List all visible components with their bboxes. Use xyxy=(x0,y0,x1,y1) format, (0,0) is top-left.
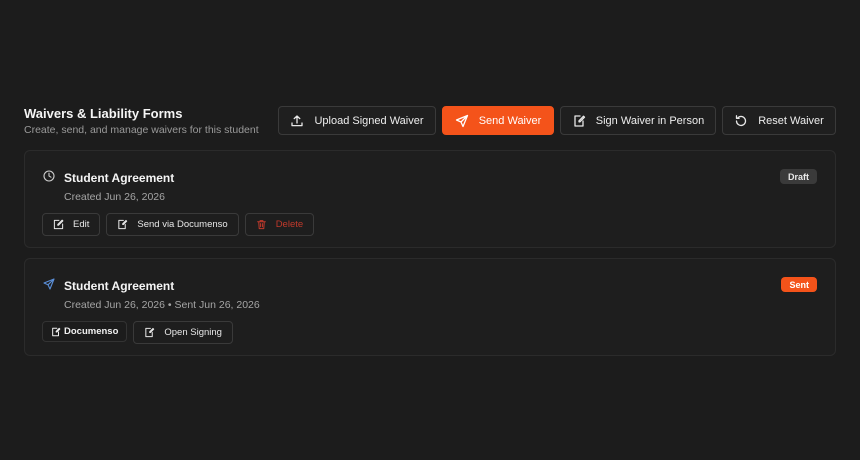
delete-label: Delete xyxy=(275,219,304,230)
sign-waiver-in-person-button[interactable]: Sign Waiver in Person xyxy=(560,106,716,135)
reset-waiver-label: Reset Waiver xyxy=(758,114,824,127)
waiver-title: Student Agreement xyxy=(64,279,175,293)
upload-signed-waiver-button[interactable]: Upload Signed Waiver xyxy=(278,106,436,135)
edit-icon xyxy=(53,219,64,230)
trash-icon xyxy=(256,219,267,230)
edit-label: Edit xyxy=(73,219,90,230)
sign-document-icon xyxy=(51,327,61,337)
sign-waiver-in-person-label: Sign Waiver in Person xyxy=(595,114,705,127)
reset-icon xyxy=(734,114,748,128)
send-waiver-button[interactable]: Send Waiver xyxy=(442,106,554,135)
send-via-documenso-label: Send via Documenso xyxy=(137,219,228,230)
waiver-actions: Edit Send via Documenso Delete xyxy=(42,213,315,236)
sign-document-icon xyxy=(144,327,155,338)
sign-document-icon xyxy=(117,219,128,230)
sign-document-icon xyxy=(572,114,586,128)
status-badge: Draft xyxy=(779,169,817,184)
provider-label: Documenso xyxy=(64,326,119,337)
edit-button[interactable]: Edit xyxy=(42,213,101,236)
waiver-title: Student Agreement xyxy=(64,171,175,185)
upload-icon xyxy=(290,114,304,128)
waiver-meta: Created Jun 26, 2026 • Sent Jun 26, 2026 xyxy=(64,299,260,311)
open-signing-label: Open Signing xyxy=(164,327,222,338)
send-waiver-label: Send Waiver xyxy=(478,114,542,127)
status-badge: Sent xyxy=(781,277,817,292)
provider-tag: Documenso xyxy=(42,321,128,342)
paper-plane-icon xyxy=(43,277,55,290)
open-signing-button[interactable]: Open Signing xyxy=(133,321,233,344)
waiver-card-sent: Student Agreement Created Jun 26, 2026 •… xyxy=(24,258,836,356)
reset-waiver-button[interactable]: Reset Waiver xyxy=(722,106,836,135)
waivers-header: Waivers & Liability Forms Create, send, … xyxy=(24,106,836,136)
paper-plane-icon xyxy=(455,114,469,128)
delete-button[interactable]: Delete xyxy=(244,213,315,236)
clock-icon xyxy=(43,169,55,182)
waiver-actions: Documenso Open Signing xyxy=(42,321,233,344)
header-actions: Upload Signed Waiver Send Waiver Sign Wa… xyxy=(278,106,836,135)
page-title: Waivers & Liability Forms xyxy=(24,106,183,121)
send-via-documenso-button[interactable]: Send via Documenso xyxy=(106,213,239,236)
page-subtitle: Create, send, and manage waivers for thi… xyxy=(24,124,259,136)
upload-signed-waiver-label: Upload Signed Waiver xyxy=(314,114,424,127)
waiver-meta: Created Jun 26, 2026 xyxy=(64,191,165,203)
waiver-card-draft: Student Agreement Created Jun 26, 2026 D… xyxy=(24,150,836,248)
